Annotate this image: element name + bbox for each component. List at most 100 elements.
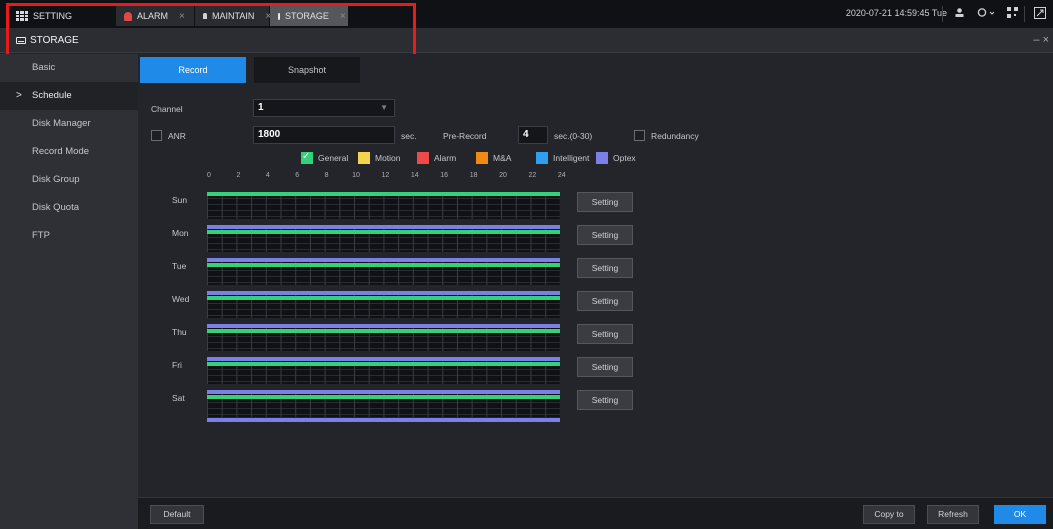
setting-button[interactable]: Setting: [577, 390, 633, 410]
prerecord-value: 4: [523, 129, 529, 140]
general-period-bar: [207, 362, 560, 366]
sidebar-item-label: Schedule: [32, 90, 72, 101]
tab-label: SETTING: [33, 11, 73, 21]
legend-label: Motion: [375, 153, 401, 163]
day-label: Sun: [172, 195, 188, 205]
setting-button[interactable]: Setting: [577, 324, 633, 344]
general-period-bar: [207, 230, 560, 234]
legend-motion[interactable]: Motion: [358, 152, 401, 164]
tab-snapshot[interactable]: Snapshot: [254, 57, 360, 83]
schedule-track[interactable]: [207, 192, 560, 219]
legend-m-and-a[interactable]: M&A: [476, 152, 511, 164]
hour-tick-label: 14: [410, 172, 419, 179]
anr-input[interactable]: 1800: [253, 126, 395, 144]
user-icon[interactable]: [952, 7, 966, 20]
hour-tick-label: 22: [528, 172, 537, 179]
channel-value: 1: [258, 102, 264, 113]
sidebar-item-disk-group[interactable]: Disk Group: [0, 166, 138, 194]
schedule-track[interactable]: [207, 225, 560, 252]
color-swatch: [536, 152, 548, 164]
copy-to-button[interactable]: Copy to: [863, 505, 915, 524]
color-swatch: [358, 152, 370, 164]
optex-period-bar: [207, 225, 560, 229]
prerecord-input[interactable]: 4: [518, 126, 548, 144]
sidebar-item-label: Basic: [32, 62, 56, 73]
legend-intelligent[interactable]: Intelligent: [536, 152, 589, 164]
sidebar-item-schedule[interactable]: > Schedule: [0, 82, 138, 110]
sidebar-item-record-mode[interactable]: Record Mode: [0, 138, 138, 166]
tab-label: ALARM: [137, 11, 169, 21]
color-swatch: [596, 152, 608, 164]
general-period-bar: [207, 192, 560, 196]
tab-label: STORAGE: [285, 11, 329, 21]
anr-label: ANR: [168, 131, 186, 141]
close-icon[interactable]: ×: [340, 11, 346, 22]
channel-select[interactable]: 1 ▼: [253, 99, 395, 117]
general-period-bar: [207, 263, 560, 267]
anr-checkbox[interactable]: [151, 130, 162, 141]
sidebar-item-disk-quota[interactable]: Disk Quota: [0, 194, 138, 222]
fullscreen-icon[interactable]: [1033, 7, 1047, 20]
schedule-track[interactable]: [207, 357, 560, 384]
qr-code-icon[interactable]: [1005, 7, 1019, 20]
optex-period-bar: [207, 418, 560, 422]
legend-general[interactable]: General: [301, 151, 349, 164]
general-period-bar: [207, 329, 560, 333]
legend-label: General: [318, 153, 349, 163]
optex-period-bar: [207, 390, 560, 394]
sidebar-item-label: Disk Group: [32, 174, 80, 185]
footer-bar: Default Copy to Refresh OK: [138, 497, 1053, 529]
hour-tick-label: 24: [557, 172, 566, 179]
prerecord-label: Pre-Record: [443, 131, 487, 141]
optex-period-bar: [207, 291, 560, 295]
setting-button[interactable]: Setting: [577, 192, 633, 212]
top-tab-bar: SETTING ALARM × MAINTAIN × STORAGE × 202…: [0, 0, 1053, 28]
logout-icon[interactable]: [976, 7, 996, 20]
legend-alarm[interactable]: Alarm: [417, 152, 456, 164]
legend-label: Intelligent: [553, 153, 590, 163]
tab-alarm[interactable]: ALARM ×: [116, 6, 194, 26]
setting-button[interactable]: Setting: [577, 225, 633, 245]
hour-tick-label: 20: [499, 172, 507, 179]
anr-value: 1800: [258, 129, 281, 140]
day-label: Wed: [172, 294, 190, 304]
ok-button[interactable]: OK: [994, 505, 1046, 524]
redundancy-checkbox[interactable]: [634, 130, 645, 141]
default-button[interactable]: Default: [150, 505, 204, 524]
checkbox-checked-icon: [301, 151, 313, 164]
sidebar: Basic > Schedule Disk Manager Record Mod…: [0, 54, 138, 529]
grid-menu-icon: [16, 11, 28, 21]
sidebar-item-basic[interactable]: Basic: [0, 54, 138, 82]
legend-optex[interactable]: Optex: [596, 152, 636, 164]
legend-label: M&A: [493, 153, 512, 163]
schedule-track[interactable]: [207, 258, 560, 285]
day-label: Tue: [172, 261, 187, 271]
hour-tick-label: 18: [469, 172, 478, 179]
gauge-icon: [203, 13, 207, 19]
close-icon[interactable]: ×: [179, 11, 185, 22]
schedule-track[interactable]: [207, 390, 560, 417]
tab-setting[interactable]: SETTING: [8, 6, 112, 26]
schedule-track[interactable]: [207, 324, 560, 351]
legend-label: Alarm: [434, 153, 457, 163]
setting-button[interactable]: Setting: [577, 291, 633, 311]
hour-tick-label: 4: [265, 172, 270, 179]
tab-storage[interactable]: STORAGE ×: [270, 6, 348, 26]
tab-record[interactable]: Record: [140, 57, 246, 83]
optex-period-bar: [207, 357, 560, 361]
sidebar-item-ftp[interactable]: FTP: [0, 222, 138, 250]
general-period-bar: [207, 395, 560, 399]
tab-maintain[interactable]: MAINTAIN ×: [195, 6, 271, 26]
schedule-track[interactable]: [207, 291, 560, 318]
hour-tick-label: 0: [207, 172, 211, 179]
window-controls[interactable]: – ×: [1033, 34, 1049, 46]
day-label: Fri: [172, 360, 182, 370]
chevron-down-icon: ▼: [380, 103, 388, 112]
alarm-icon: [124, 11, 132, 21]
setting-button[interactable]: Setting: [577, 357, 633, 377]
storage-icon: [16, 37, 26, 44]
hour-tick-label: 2: [236, 172, 241, 179]
refresh-button[interactable]: Refresh: [927, 505, 979, 524]
setting-button[interactable]: Setting: [577, 258, 633, 278]
sidebar-item-disk-manager[interactable]: Disk Manager: [0, 110, 138, 138]
